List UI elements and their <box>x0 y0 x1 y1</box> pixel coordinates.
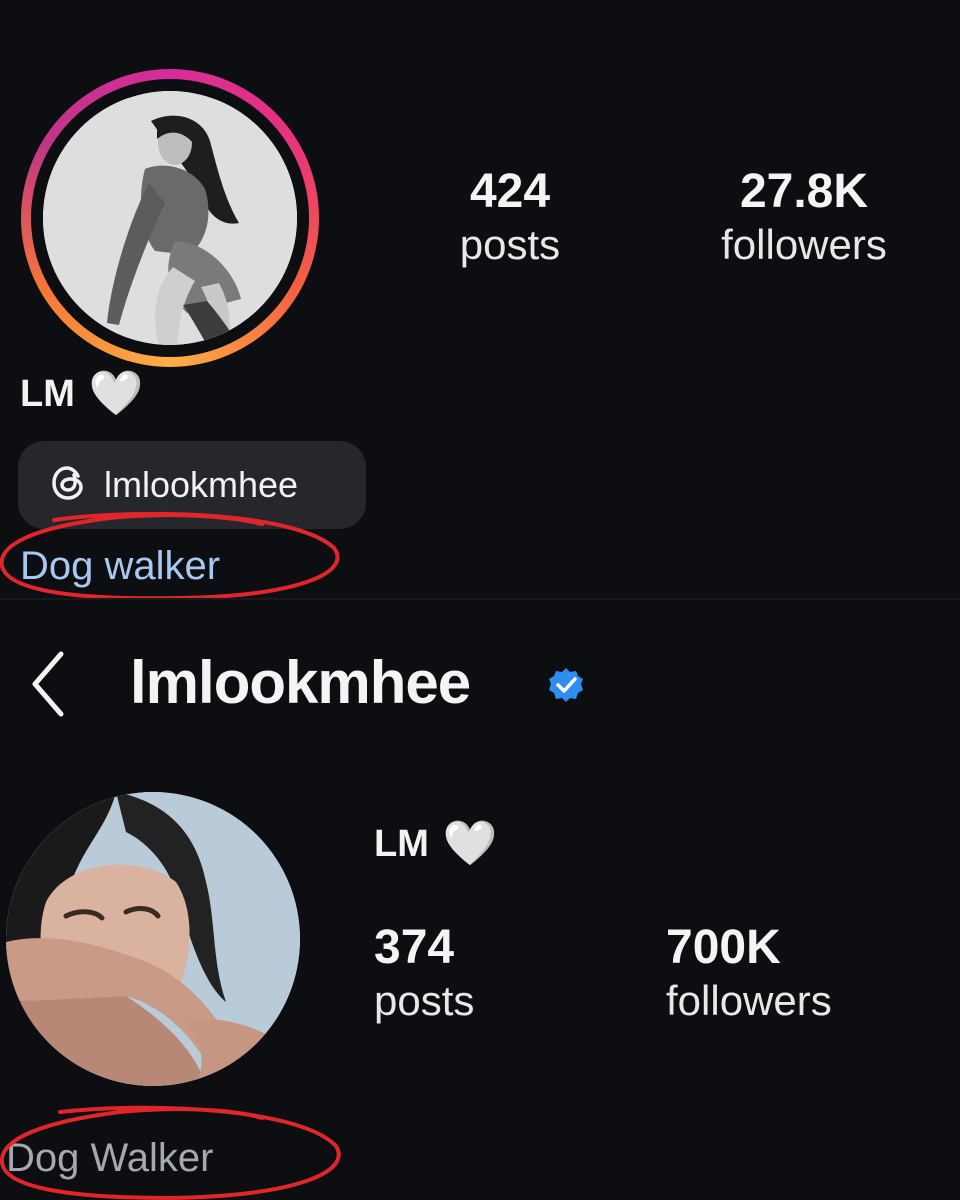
threads-handle: lmlookmhee <box>104 464 299 505</box>
followers-count: 700K <box>666 921 781 974</box>
heart-icon: 🤍 <box>442 819 498 868</box>
display-name: LM <box>20 372 75 415</box>
annotation-circle <box>0 1105 341 1200</box>
verified-badge-icon <box>549 668 583 702</box>
avatar[interactable] <box>6 792 300 1086</box>
top-profile-panel: 424 posts 27.8K followers LM 🤍 lmlookmhe… <box>0 0 960 598</box>
back-button[interactable] <box>22 644 72 724</box>
followers-stat[interactable]: 27.8K followers <box>696 164 912 270</box>
display-name-row: LM 🤍 <box>374 822 498 866</box>
avatar[interactable] <box>43 91 297 345</box>
story-ring[interactable] <box>21 69 319 367</box>
username-title: lmlookmhee <box>130 649 471 716</box>
annotation-circle <box>0 511 340 598</box>
posts-count: 374 <box>374 921 455 974</box>
threads-icon <box>48 462 90 509</box>
followers-count: 27.8K <box>739 165 869 218</box>
bottom-profile-panel: lmlookmhee LM 🤍 374 posts 700K followers… <box>0 600 960 1200</box>
posts-stat[interactable]: 424 posts <box>440 164 580 270</box>
followers-label: followers <box>721 221 887 268</box>
chevron-left-icon <box>32 651 64 717</box>
heart-icon: 🤍 <box>88 369 144 418</box>
posts-label: posts <box>374 977 475 1024</box>
posts-stat[interactable]: 374 posts <box>374 920 474 1026</box>
posts-label: posts <box>459 221 561 268</box>
posts-count: 424 <box>469 165 551 218</box>
display-name-row: LM 🤍 <box>20 372 144 416</box>
profile-header: lmlookmhee <box>0 640 960 730</box>
followers-label: followers <box>666 977 832 1024</box>
followers-stat[interactable]: 700K followers <box>666 920 832 1026</box>
display-name: LM <box>374 822 429 865</box>
